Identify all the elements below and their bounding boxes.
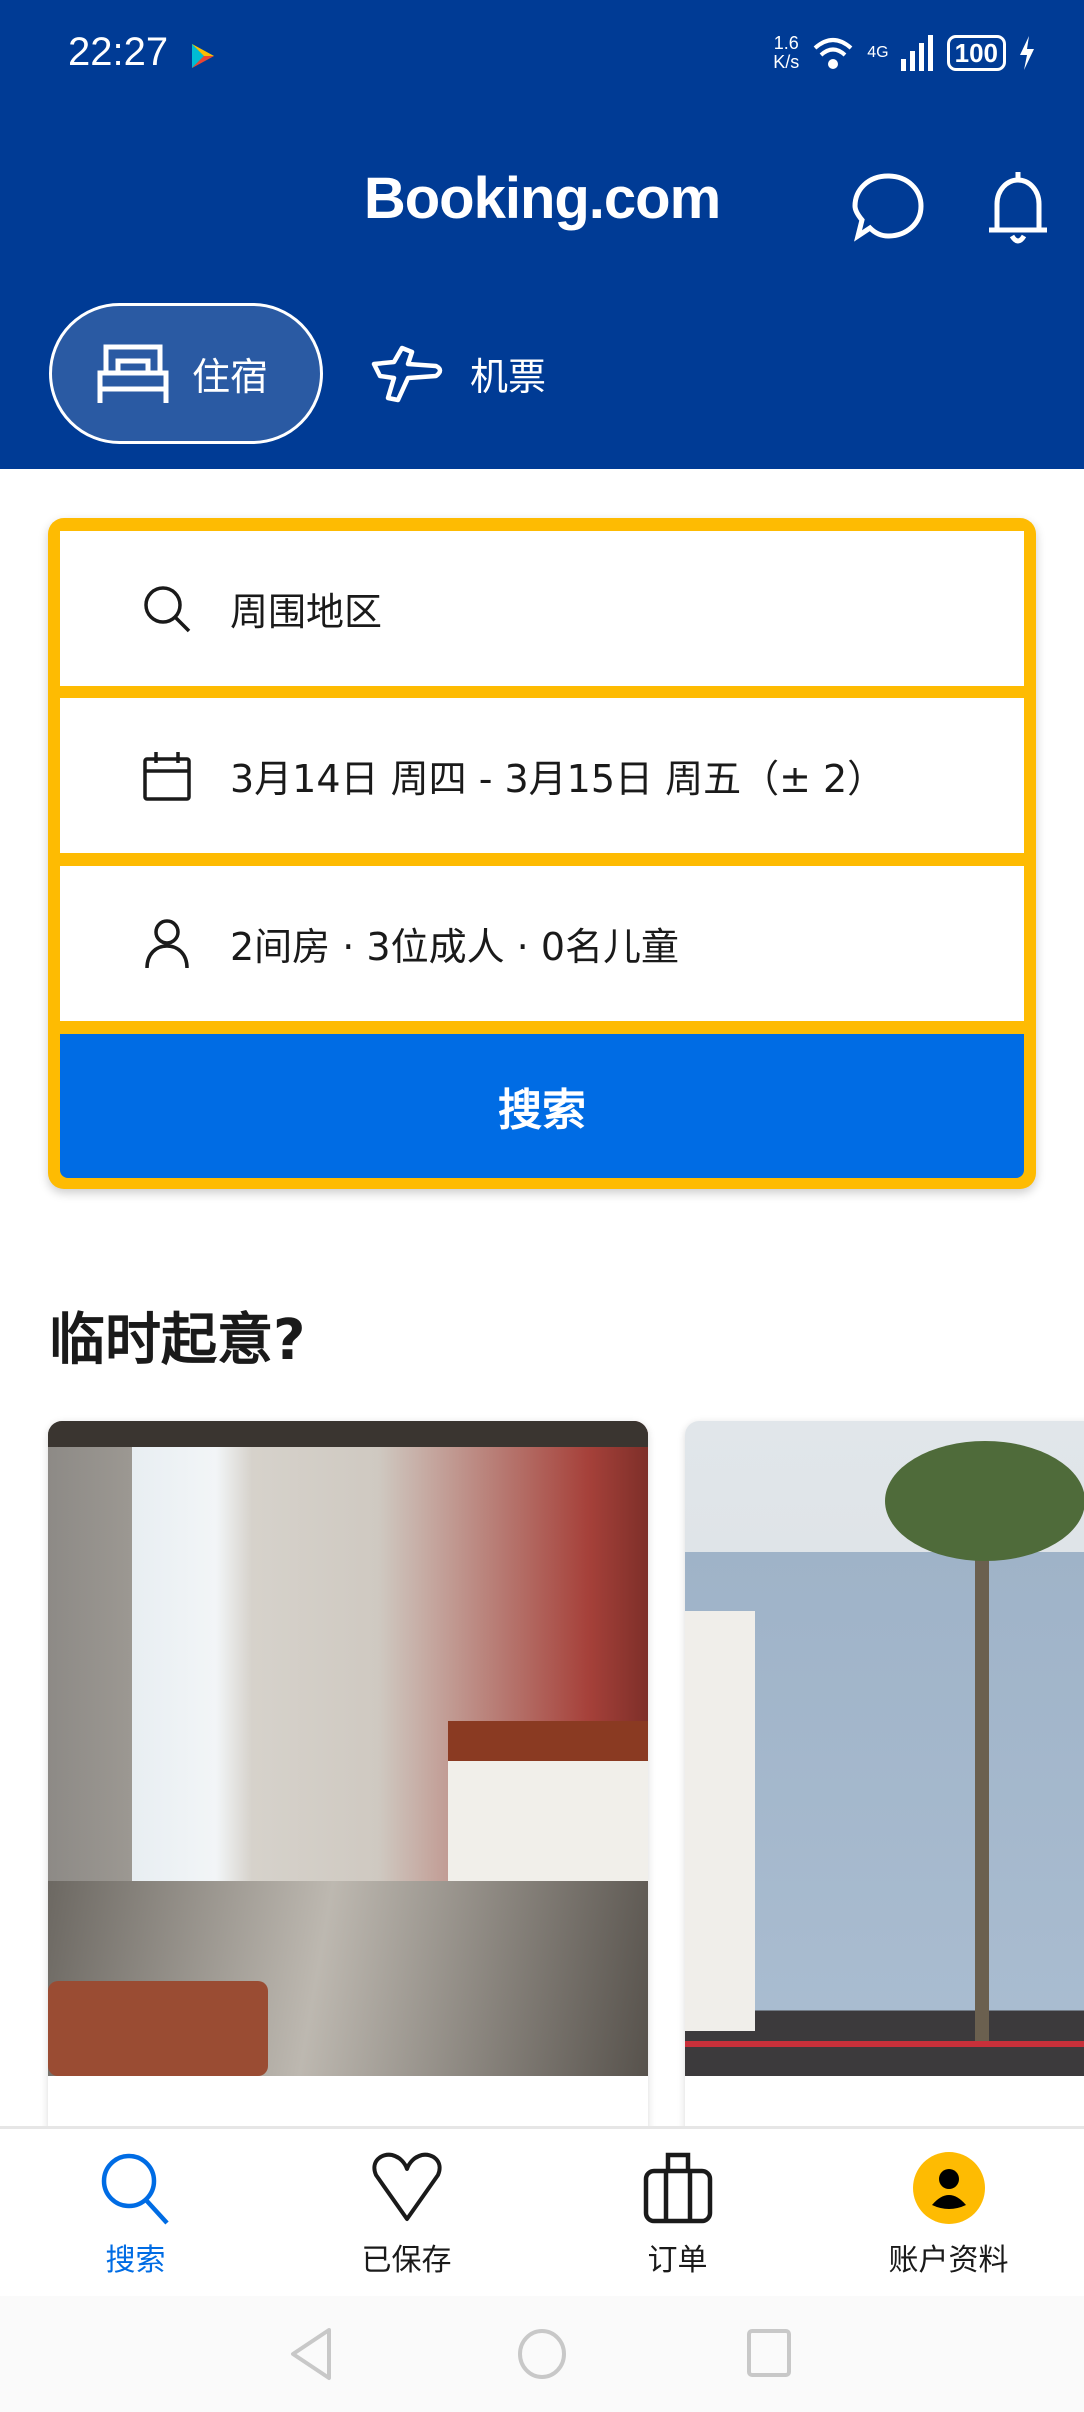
network-type: 4G [867, 44, 889, 61]
status-time: 22:27 [68, 30, 169, 74]
nav-saved[interactable]: 已保存 [271, 2129, 542, 2296]
battery-level: 100 [946, 35, 1006, 71]
property-card[interactable] [48, 1421, 648, 2141]
nav-search-label: 搜索 [105, 2243, 166, 2278]
search-button[interactable]: 搜索 [60, 1034, 1024, 1178]
nav-account[interactable]: 账户资料 [813, 2129, 1084, 2296]
notification-bell-icon[interactable] [985, 168, 1051, 248]
tab-flights-label: 机票 [470, 355, 547, 399]
section-title: 临时起意? [49, 1308, 306, 1373]
signal-icon [900, 35, 933, 71]
destination-field[interactable]: 周围地区 [60, 531, 1024, 686]
dates-value: 3月14日 周四 - 3月15日 周五（± 2） [230, 757, 886, 801]
play-store-notification-icon [192, 44, 214, 68]
home-icon[interactable] [515, 2326, 569, 2382]
back-icon[interactable] [285, 2326, 335, 2382]
chat-icon[interactable] [850, 170, 926, 246]
hotel-building-photo [685, 1421, 1084, 2076]
recents-icon[interactable] [745, 2326, 795, 2382]
wifi-icon [813, 38, 853, 69]
search-form: 周围地区 3月14日 周四 - 3月15日 周五（± 2） 2间房 · 3位成人… [48, 518, 1036, 1189]
plane-icon [371, 345, 443, 402]
bed-icon [97, 344, 169, 403]
destination-value: 周围地区 [230, 590, 383, 634]
person-icon [145, 918, 189, 968]
app-header: 22:27 1.6 K/s 4G 100 Booking.com 住宿 机票 [0, 0, 1084, 469]
property-card[interactable] [685, 1421, 1084, 2141]
nav-saved-label: 已保存 [361, 2243, 452, 2278]
tab-flights[interactable]: 机票 [370, 303, 546, 444]
guests-field[interactable]: 2间房 · 3位成人 · 0名儿童 [60, 866, 1024, 1021]
tab-stays-label: 住宿 [192, 355, 269, 399]
nav-account-label: 账户资料 [888, 2243, 1009, 2278]
bottom-navigation: 搜索 已保存 订单 账户资料 [0, 2126, 1084, 2296]
heart-icon [372, 2152, 441, 2221]
charging-icon [1020, 36, 1034, 70]
nav-bookings[interactable]: 订单 [542, 2129, 813, 2296]
status-icons: 1.6 K/s 4G 100 [773, 34, 1036, 72]
nav-search[interactable]: 搜索 [0, 2129, 271, 2296]
dates-field[interactable]: 3月14日 周四 - 3月15日 周五（± 2） [60, 698, 1024, 853]
guests-value: 2间房 · 3位成人 · 0名儿童 [230, 925, 680, 969]
tab-stays[interactable]: 住宿 [49, 303, 323, 444]
calendar-icon [143, 751, 191, 801]
search-icon [101, 2153, 169, 2225]
hotel-room-photo [48, 1421, 648, 2076]
search-icon [144, 585, 191, 632]
nav-bookings-label: 订单 [647, 2243, 708, 2278]
account-icon [912, 2152, 985, 2224]
network-speed: 1.6 K/s [773, 33, 800, 72]
system-navigation-bar [0, 2296, 1084, 2412]
suitcase-icon [643, 2152, 712, 2224]
